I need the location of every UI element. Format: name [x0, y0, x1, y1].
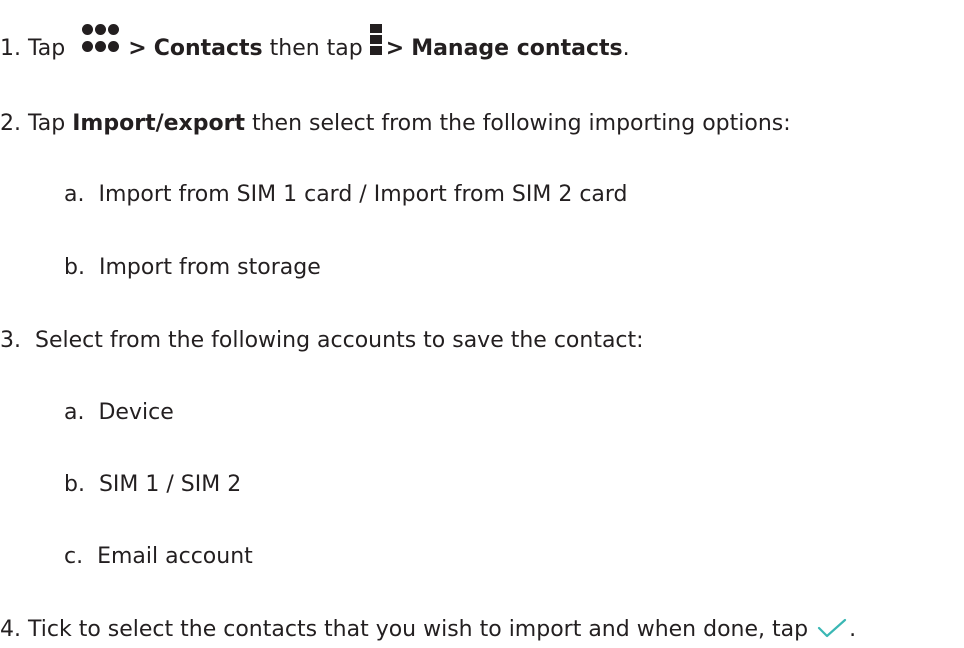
- period: .: [849, 617, 857, 642]
- step-text: then select from the following importing…: [251, 111, 791, 136]
- step-number: 3.: [0, 328, 21, 353]
- step-2: 2. Tap Import/export then select from th…: [0, 109, 791, 139]
- substep-text: SIM 1 / SIM 2: [98, 472, 242, 497]
- substep-letter: b.: [64, 472, 85, 497]
- step-text: Tap: [28, 36, 66, 61]
- menu-vertical-icon: [369, 24, 386, 59]
- step-text: then tap: [269, 36, 363, 61]
- substep-letter: b.: [64, 255, 85, 280]
- step-text: Select from the following accounts to sa…: [35, 328, 644, 353]
- step-text: Tap: [28, 111, 66, 136]
- substep-2b: b. Import from storage: [64, 253, 321, 283]
- check-icon: [817, 618, 847, 638]
- substep-letter: a.: [64, 182, 85, 207]
- substep-3b: b. SIM 1 / SIM 2: [64, 470, 241, 500]
- substep-letter: a.: [64, 400, 85, 425]
- import-export-label: Import/export: [72, 111, 245, 136]
- substep-text: Import from SIM 1 card / Import from SIM…: [98, 182, 628, 207]
- step-text: Tick to select the contacts that you wis…: [28, 617, 809, 642]
- substep-3a: a. Device: [64, 398, 174, 428]
- manage-contacts-label: Manage contacts: [411, 36, 623, 61]
- substep-letter: c.: [64, 544, 84, 569]
- arrow: >: [385, 36, 405, 61]
- period: .: [622, 36, 630, 61]
- substep-text: Device: [98, 400, 174, 425]
- substep-2a: a. Import from SIM 1 card / Import from …: [64, 180, 628, 210]
- step-1: 1. Tap > Contacts then tap > Manage cont…: [0, 24, 630, 64]
- substep-text: Email account: [97, 544, 253, 569]
- step-3: 3. Select from the following accounts to…: [0, 326, 644, 356]
- step-number: 4.: [0, 617, 21, 642]
- arrow: >: [128, 36, 147, 61]
- substep-3c: c. Email account: [64, 542, 253, 572]
- step-4: 4. Tick to select the contacts that you …: [0, 615, 856, 645]
- step-number: 2.: [0, 111, 21, 136]
- substep-text: Import from storage: [98, 255, 321, 280]
- step-number: 1.: [0, 36, 21, 61]
- more-dots-icon: [72, 24, 128, 59]
- contacts-label: Contacts: [153, 36, 263, 61]
